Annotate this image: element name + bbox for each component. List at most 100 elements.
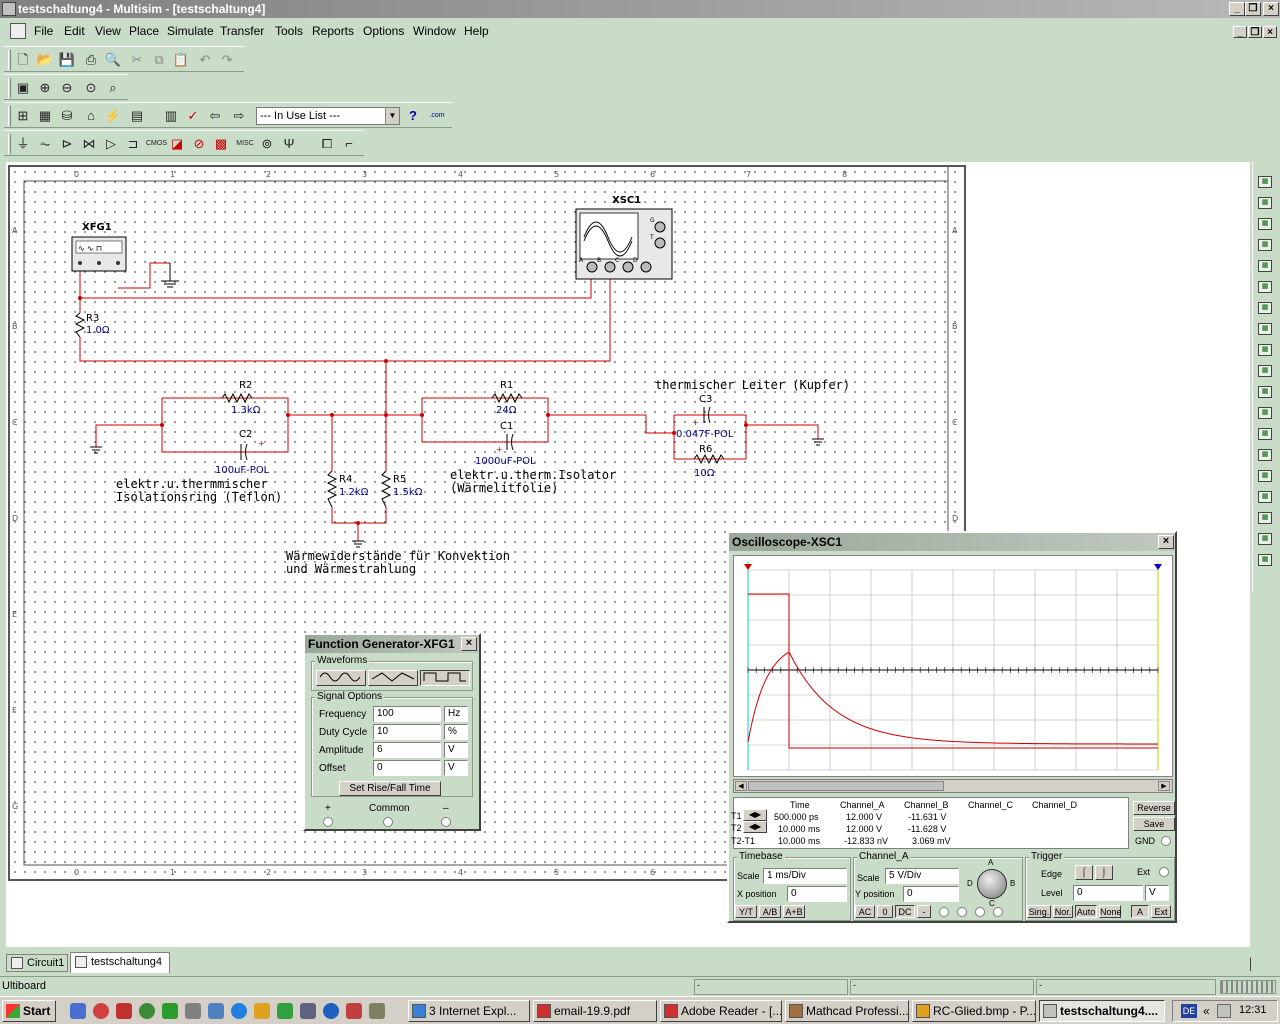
- cmos-icon[interactable]: CMOS: [146, 135, 167, 153]
- tektronix-scope-icon[interactable]: ▦: [1258, 533, 1272, 545]
- diode-icon[interactable]: ⊳: [58, 135, 76, 153]
- t2-arrows-button[interactable]: ◀▶: [743, 821, 767, 833]
- scroll-right-icon[interactable]: ▶: [1158, 781, 1170, 791]
- none-button[interactable]: None: [1099, 905, 1122, 918]
- ttl-icon[interactable]: ⊐: [124, 135, 142, 153]
- reverse-button[interactable]: Reverse: [1133, 801, 1175, 815]
- component-wizard-icon[interactable]: ⌂: [82, 107, 100, 125]
- print-preview-icon[interactable]: 🔍: [104, 51, 122, 69]
- auto-button[interactable]: Auto: [1075, 905, 1097, 918]
- quicklaunch-tool-icon[interactable]: [346, 1003, 362, 1019]
- quicklaunch-cube-icon[interactable]: [185, 1003, 201, 1019]
- multimeter-icon[interactable]: ▦: [1258, 176, 1272, 188]
- help-icon[interactable]: ?: [404, 107, 422, 125]
- start-button[interactable]: Start: [2, 1000, 56, 1022]
- agilent-scope-icon[interactable]: ▦: [1258, 512, 1272, 524]
- rising-edge-button[interactable]: ⌠: [1075, 865, 1093, 880]
- square-wave-button[interactable]: [420, 670, 470, 686]
- zoom-area-icon[interactable]: ⊙: [82, 79, 100, 97]
- a-plus-b-button[interactable]: A+B: [783, 905, 805, 918]
- channel-selector-knob[interactable]: [977, 869, 1007, 899]
- channel-radio-2[interactable]: [957, 907, 967, 917]
- normal-button[interactable]: Nor.: [1053, 905, 1073, 918]
- database-icon[interactable]: ⛁: [58, 107, 76, 125]
- amplitude-unit[interactable]: V: [444, 742, 468, 758]
- fg-close-button[interactable]: ×: [461, 637, 477, 651]
- fg-plus-terminal[interactable]: [323, 817, 333, 827]
- falling-edge-button[interactable]: ⌡: [1095, 865, 1113, 880]
- invert-button[interactable]: -: [917, 905, 931, 918]
- misc-digital-icon[interactable]: ◪: [168, 135, 186, 153]
- doc-minimize-button[interactable]: _: [1233, 26, 1247, 38]
- menu-view[interactable]: View: [95, 24, 121, 38]
- document-icon[interactable]: [10, 23, 26, 39]
- task-email-pdf[interactable]: email-19.9.pdf: [533, 1000, 657, 1022]
- language-indicator[interactable]: DE: [1181, 1004, 1197, 1018]
- close-button[interactable]: ×: [1263, 2, 1279, 16]
- menu-tools[interactable]: Tools: [275, 24, 303, 38]
- save-icon[interactable]: 💾: [58, 51, 76, 69]
- channel-a-scale-input[interactable]: 5 V/Div: [885, 868, 959, 884]
- wattmeter-icon[interactable]: ▦: [1258, 218, 1272, 230]
- back-annotate-icon[interactable]: ⇦: [206, 107, 224, 125]
- measurement-probe-icon[interactable]: ▦: [1258, 554, 1272, 566]
- quicklaunch-arrow-icon[interactable]: [162, 1003, 178, 1019]
- offset-input[interactable]: 0: [373, 760, 441, 776]
- in-use-list-select[interactable]: --- In Use List --- ▼: [256, 107, 400, 125]
- quicklaunch-green-icon[interactable]: [277, 1003, 293, 1019]
- channel-radio-1[interactable]: [939, 907, 949, 917]
- level-input[interactable]: 0: [1073, 885, 1143, 901]
- iv-analyzer-icon[interactable]: ▦: [1258, 386, 1272, 398]
- menu-edit[interactable]: Edit: [64, 24, 85, 38]
- transistor-icon[interactable]: ⋈: [80, 135, 98, 153]
- set-rise-fall-time-button[interactable]: Set Rise/Fall Time: [339, 781, 441, 796]
- task-paint[interactable]: RC-Glied.bmp - P...: [912, 1000, 1036, 1022]
- word-generator-icon[interactable]: ▦: [1258, 323, 1272, 335]
- tab-circuit1[interactable]: Circuit1: [6, 954, 68, 972]
- doc-close-button[interactable]: ×: [1263, 26, 1277, 38]
- level-unit[interactable]: V: [1145, 885, 1169, 901]
- menu-transfer[interactable]: Transfer: [220, 24, 264, 38]
- zoom-in-icon[interactable]: ⊕: [36, 79, 54, 97]
- triangle-wave-button[interactable]: [368, 670, 418, 686]
- dc-button[interactable]: DC: [895, 905, 915, 918]
- cut-icon[interactable]: ✂: [128, 51, 146, 69]
- minimize-button[interactable]: _: [1229, 2, 1245, 16]
- logic-converter-icon[interactable]: ▦: [1258, 365, 1272, 377]
- place-bus-icon[interactable]: ⧠: [318, 135, 336, 153]
- copy-icon[interactable]: ⧉: [150, 51, 168, 69]
- tray-app-icon[interactable]: [1217, 1004, 1231, 1018]
- t1-arrows-button[interactable]: ◀▶: [743, 809, 767, 821]
- tray-expand-icon[interactable]: «: [1203, 1004, 1210, 1018]
- analog-icon[interactable]: ▷: [102, 135, 120, 153]
- oscilloscope-window[interactable]: Oscilloscope-XSC1 × ◀ ▶ Time Channel_A C…: [727, 531, 1177, 923]
- electromechanical-icon[interactable]: Ψ: [280, 135, 298, 153]
- place-junction-icon[interactable]: ⌐: [340, 135, 358, 153]
- quicklaunch-app-icon[interactable]: [116, 1003, 132, 1019]
- quicklaunch-printer-icon[interactable]: [300, 1003, 316, 1019]
- task-internet-explorer[interactable]: 3 Internet Expl...: [408, 1000, 530, 1022]
- bode-plotter-icon[interactable]: ▦: [1258, 281, 1272, 293]
- rf-icon[interactable]: ⊚: [258, 135, 276, 153]
- four-channel-scope-icon[interactable]: ▦: [1258, 260, 1272, 272]
- osc-scrollbar[interactable]: ◀ ▶: [733, 779, 1173, 793]
- menu-file[interactable]: File: [34, 24, 53, 38]
- timebase-scale-input[interactable]: 1 ms/Div: [763, 868, 847, 884]
- doc-restore-button[interactable]: ❐: [1248, 26, 1262, 38]
- logic-analyzer-icon[interactable]: ▦: [1258, 344, 1272, 356]
- ext-terminal[interactable]: [1159, 867, 1169, 877]
- zero-button[interactable]: 0: [877, 905, 893, 918]
- task-multisim[interactable]: testschaltung4....: [1039, 1000, 1165, 1022]
- channel-radio-4[interactable]: [993, 907, 1003, 917]
- yt-button[interactable]: Y/T: [735, 905, 757, 918]
- postprocessor-icon[interactable]: ▥: [162, 107, 180, 125]
- toggle-view-icon[interactable]: ▣: [14, 79, 32, 97]
- oscilloscope-icon[interactable]: ▦: [1258, 239, 1272, 251]
- quicklaunch-globe-icon[interactable]: [254, 1003, 270, 1019]
- amplitude-input[interactable]: 6: [373, 742, 441, 758]
- duty-cycle-input[interactable]: 10: [373, 724, 441, 740]
- print-icon[interactable]: ⎙: [82, 51, 100, 69]
- ab-button[interactable]: A/B: [759, 905, 781, 918]
- edaparts-icon[interactable]: .com: [428, 107, 446, 125]
- erc-icon[interactable]: ✓: [184, 107, 202, 125]
